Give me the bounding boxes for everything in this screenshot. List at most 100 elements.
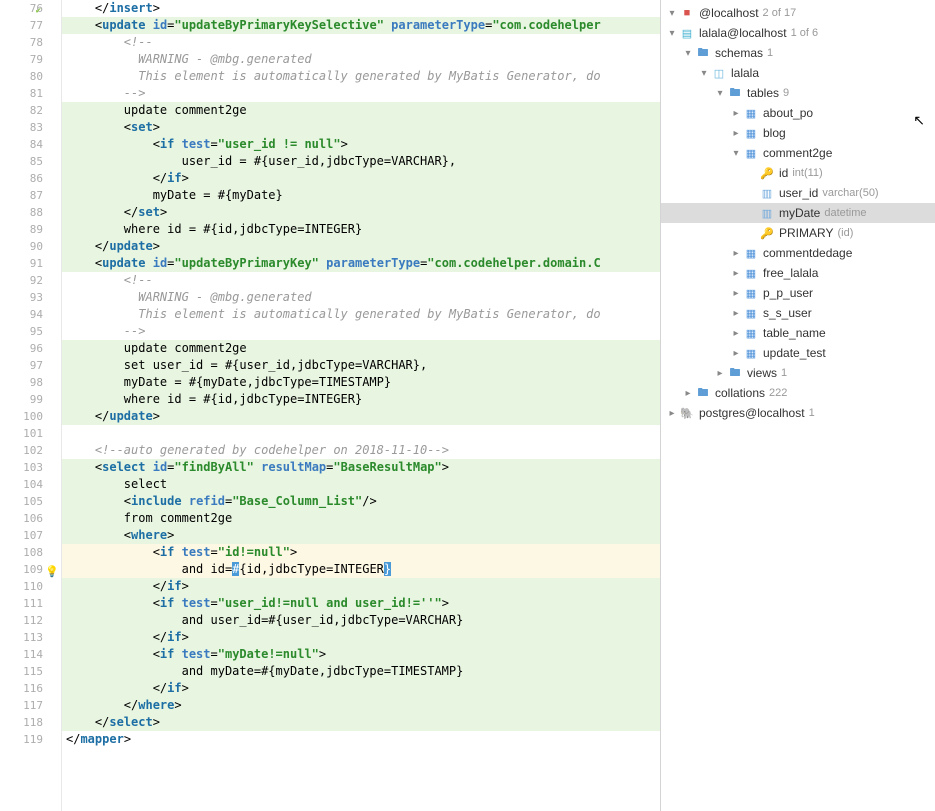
code-line[interactable]: </where> bbox=[62, 697, 660, 714]
gutter-line[interactable]: 93 bbox=[0, 289, 43, 306]
gutter-line[interactable]: 118 bbox=[0, 714, 43, 731]
gutter-line[interactable]: 115 bbox=[0, 663, 43, 680]
gutter-line[interactable]: 90 bbox=[0, 238, 43, 255]
lightbulb-icon[interactable]: 💡 bbox=[45, 563, 59, 580]
gutter-line[interactable]: 82 bbox=[0, 102, 43, 119]
tree-node-tables[interactable]: ▾🖿tables9 bbox=[661, 83, 935, 103]
code-line[interactable]: and myDate=#{myDate,jdbcType=TIMESTAMP} bbox=[62, 663, 660, 680]
gutter-line[interactable]: ✔76 bbox=[0, 0, 43, 17]
gutter-line[interactable]: 96 bbox=[0, 340, 43, 357]
code-line[interactable]: <!-- bbox=[62, 272, 660, 289]
gutter-line[interactable]: 95 bbox=[0, 323, 43, 340]
code-line[interactable]: update comment2ge bbox=[62, 102, 660, 119]
gutter-line[interactable]: 81 bbox=[0, 85, 43, 102]
gutter-line[interactable]: 77 bbox=[0, 17, 43, 34]
gutter-line[interactable]: 99 bbox=[0, 391, 43, 408]
tree-node-update-test[interactable]: ▸▦update_test bbox=[661, 343, 935, 363]
gutter-line[interactable]: 83 bbox=[0, 119, 43, 136]
gutter-line[interactable]: 109💡 bbox=[0, 561, 43, 578]
tree-node-s-s-user[interactable]: ▸▦s_s_user bbox=[661, 303, 935, 323]
code-line[interactable]: This element is automatically generated … bbox=[62, 306, 660, 323]
tree-node-schemas[interactable]: ▾🖿schemas1 bbox=[661, 43, 935, 63]
tree-node-lalala[interactable]: ▾◫lalala bbox=[661, 63, 935, 83]
gutter-line[interactable]: 100 bbox=[0, 408, 43, 425]
chevron-right-icon[interactable]: ▸ bbox=[729, 108, 743, 119]
gutter-line[interactable]: 111 bbox=[0, 595, 43, 612]
chevron-down-icon[interactable]: ▾ bbox=[681, 48, 695, 59]
gutter-line[interactable]: 92 bbox=[0, 272, 43, 289]
code-line[interactable]: </set> bbox=[62, 204, 660, 221]
code-line[interactable]: <select id="findByAll" resultMap="BaseRe… bbox=[62, 459, 660, 476]
chevron-down-icon[interactable]: ▾ bbox=[665, 8, 679, 19]
chevron-right-icon[interactable]: ▸ bbox=[729, 128, 743, 139]
chevron-right-icon[interactable]: ▸ bbox=[729, 268, 743, 279]
gutter-line[interactable]: 102 bbox=[0, 442, 43, 459]
code-line[interactable]: <include refid="Base_Column_List"/> bbox=[62, 493, 660, 510]
tree-node-about-po[interactable]: ▸▦about_po bbox=[661, 103, 935, 123]
code-line[interactable]: --> bbox=[62, 85, 660, 102]
code-line[interactable]: </if> bbox=[62, 680, 660, 697]
code-line[interactable]: WARNING - @mbg.generated bbox=[62, 289, 660, 306]
gutter-line[interactable]: 97 bbox=[0, 357, 43, 374]
gutter-line[interactable]: 88 bbox=[0, 204, 43, 221]
chevron-right-icon[interactable]: ▸ bbox=[729, 328, 743, 339]
code-line[interactable]: <set> bbox=[62, 119, 660, 136]
chevron-right-icon[interactable]: ▸ bbox=[713, 368, 727, 379]
chevron-right-icon[interactable]: ▸ bbox=[729, 308, 743, 319]
code-line[interactable]: </update> bbox=[62, 238, 660, 255]
gutter-line[interactable]: 87 bbox=[0, 187, 43, 204]
chevron-right-icon[interactable]: ▸ bbox=[729, 348, 743, 359]
gutter-line[interactable]: 79 bbox=[0, 51, 43, 68]
code-line[interactable]: </insert> bbox=[62, 0, 660, 17]
code-line[interactable]: myDate = #{myDate,jdbcType=TIMESTAMP} bbox=[62, 374, 660, 391]
gutter-line[interactable]: 101 bbox=[0, 425, 43, 442]
code-line[interactable]: </update> bbox=[62, 408, 660, 425]
gutter-line[interactable]: 112 bbox=[0, 612, 43, 629]
gutter-line[interactable]: 86 bbox=[0, 170, 43, 187]
gutter-line[interactable]: 98 bbox=[0, 374, 43, 391]
tree-node-commentdedage[interactable]: ▸▦commentdedage bbox=[661, 243, 935, 263]
tree-node-p-p-user[interactable]: ▸▦p_p_user bbox=[661, 283, 935, 303]
code-line[interactable]: </select> bbox=[62, 714, 660, 731]
code-line[interactable]: <!-- bbox=[62, 34, 660, 51]
gutter-line[interactable]: 89 bbox=[0, 221, 43, 238]
chevron-down-icon[interactable]: ▾ bbox=[697, 68, 711, 79]
tree-node-primary[interactable]: ·🔑PRIMARY(id) bbox=[661, 223, 935, 243]
code-line[interactable]: <update id="updateByPrimaryKeySelective"… bbox=[62, 17, 660, 34]
tree-node-id[interactable]: ·🔑idint(11) bbox=[661, 163, 935, 183]
gutter-line[interactable]: 119 bbox=[0, 731, 43, 748]
gutter-line[interactable]: 105 bbox=[0, 493, 43, 510]
chevron-down-icon[interactable]: ▾ bbox=[665, 28, 679, 39]
gutter-line[interactable]: 84 bbox=[0, 136, 43, 153]
gutter-line[interactable]: 94 bbox=[0, 306, 43, 323]
chevron-down-icon[interactable]: ▾ bbox=[729, 148, 743, 159]
gutter-line[interactable]: 114 bbox=[0, 646, 43, 663]
tree-node-free-lalala[interactable]: ▸▦free_lalala bbox=[661, 263, 935, 283]
code-line[interactable]: update comment2ge bbox=[62, 340, 660, 357]
code-line[interactable]: <if test="user_id!=null and user_id!=''"… bbox=[62, 595, 660, 612]
gutter-line[interactable]: 116 bbox=[0, 680, 43, 697]
code-line[interactable]: select bbox=[62, 476, 660, 493]
tree-node-postgres-localhost[interactable]: ▸🐘postgres@localhost1 bbox=[661, 403, 935, 423]
code-line[interactable]: <if test="id!=null"> bbox=[62, 544, 660, 561]
gutter-line[interactable]: 110 bbox=[0, 578, 43, 595]
gutter-line[interactable]: 106 bbox=[0, 510, 43, 527]
gutter-line[interactable]: 85 bbox=[0, 153, 43, 170]
gutter-line[interactable]: 107 bbox=[0, 527, 43, 544]
gutter-line[interactable]: 91 bbox=[0, 255, 43, 272]
tree-node-collations[interactable]: ▸🖿collations222 bbox=[661, 383, 935, 403]
chevron-right-icon[interactable]: ▸ bbox=[665, 408, 679, 419]
tree-node-user-id[interactable]: ·▥user_idvarchar(50) bbox=[661, 183, 935, 203]
code-line[interactable]: user_id = #{user_id,jdbcType=VARCHAR}, bbox=[62, 153, 660, 170]
gutter-line[interactable]: 80 bbox=[0, 68, 43, 85]
code-line[interactable] bbox=[62, 425, 660, 442]
code-line[interactable]: </if> bbox=[62, 629, 660, 646]
tree-node-mydate[interactable]: ·▥myDatedatetime bbox=[661, 203, 935, 223]
code-line[interactable]: This element is automatically generated … bbox=[62, 68, 660, 85]
code-line[interactable]: where id = #{id,jdbcType=INTEGER} bbox=[62, 391, 660, 408]
code-line[interactable]: </if> bbox=[62, 170, 660, 187]
chevron-right-icon[interactable]: ▸ bbox=[729, 248, 743, 259]
gutter-line[interactable]: 103 bbox=[0, 459, 43, 476]
tree-node--localhost[interactable]: ▾■@localhost2 of 17 bbox=[661, 3, 935, 23]
code-line[interactable]: myDate = #{myDate} bbox=[62, 187, 660, 204]
